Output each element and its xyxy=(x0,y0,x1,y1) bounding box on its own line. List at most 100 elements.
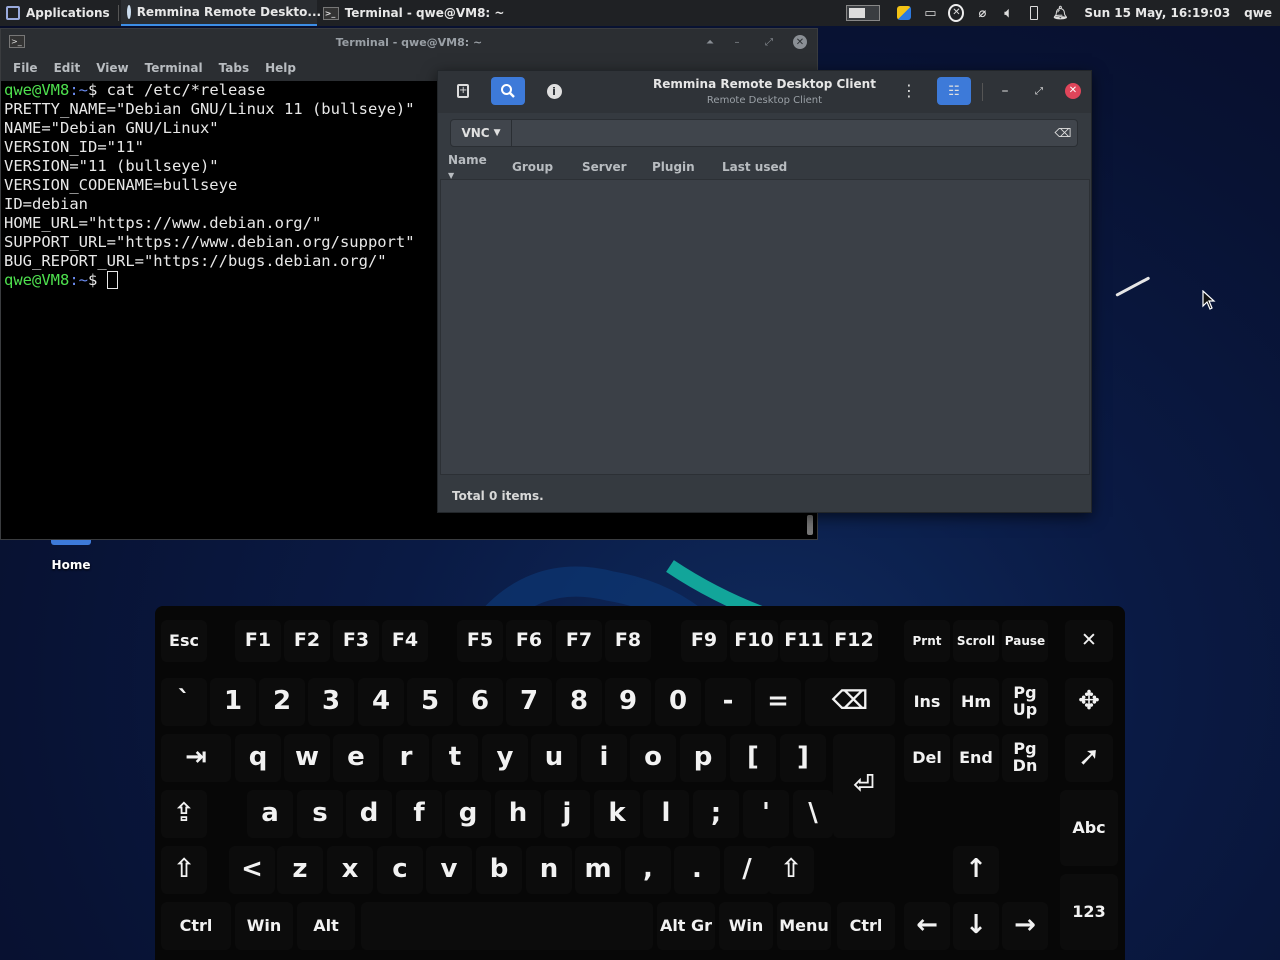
key-f9[interactable]: F9 xyxy=(681,620,727,662)
key-4[interactable]: 4 xyxy=(358,678,404,726)
key-pause[interactable]: Pause xyxy=(1002,620,1048,662)
key-f1[interactable]: F1 xyxy=(235,620,281,662)
move-keyboard-icon[interactable]: ✥ xyxy=(1065,678,1113,726)
key-space[interactable] xyxy=(361,902,653,950)
key-a[interactable]: a xyxy=(247,790,293,838)
key-semicolon[interactable]: ; xyxy=(693,790,739,838)
key-p[interactable]: p xyxy=(680,734,726,782)
column-group[interactable]: Group xyxy=(508,160,578,174)
key-q[interactable]: q xyxy=(235,734,281,782)
menu-view[interactable]: View xyxy=(88,61,136,75)
key-esc[interactable]: Esc xyxy=(161,620,207,662)
key-w[interactable]: w xyxy=(284,734,330,782)
key-arrow-right[interactable]: → xyxy=(1002,902,1048,950)
key-f8[interactable]: F8 xyxy=(605,620,651,662)
key-alt-gr[interactable]: Alt Gr xyxy=(657,902,715,950)
key-win-right[interactable]: Win xyxy=(719,902,773,950)
key-f7[interactable]: F7 xyxy=(556,620,602,662)
volume-icon[interactable]: 🔈︎ xyxy=(1000,5,1016,21)
key-0[interactable]: 0 xyxy=(655,678,701,726)
key-1[interactable]: 1 xyxy=(210,678,256,726)
close-icon[interactable]: ✕ xyxy=(793,35,807,49)
key-t[interactable]: t xyxy=(432,734,478,782)
terminal-scrollbar[interactable] xyxy=(807,515,813,535)
key-backslash[interactable]: \ xyxy=(793,790,833,838)
key-period[interactable]: . xyxy=(674,846,720,894)
key-s[interactable]: s xyxy=(297,790,343,838)
key-scroll[interactable]: Scroll xyxy=(953,620,999,662)
key-l[interactable]: l xyxy=(643,790,689,838)
key-page-up[interactable]: Pg Up xyxy=(1002,678,1048,726)
key-shift-left[interactable]: ⇧ xyxy=(161,846,207,894)
key-print[interactable]: Prnt xyxy=(904,620,950,662)
paperclip-icon[interactable]: ⌀ xyxy=(974,5,990,21)
key-z[interactable]: z xyxy=(277,846,323,894)
key-f[interactable]: f xyxy=(396,790,442,838)
key-2[interactable]: 2 xyxy=(259,678,305,726)
panel-user[interactable]: qwe xyxy=(1244,6,1272,20)
close-keyboard-icon[interactable]: ✕ xyxy=(1065,620,1113,662)
key-x[interactable]: x xyxy=(327,846,373,894)
key-arrow-up[interactable]: ↑ xyxy=(953,846,999,894)
key-delete[interactable]: Del xyxy=(904,734,950,782)
remmina-tray-icon[interactable]: ✕ xyxy=(948,4,965,22)
remmina-minimize-button[interactable]: – xyxy=(988,77,1022,105)
pointer-mode-icon[interactable]: ➚ xyxy=(1065,734,1113,782)
key-d[interactable]: d xyxy=(346,790,392,838)
minimize-icon[interactable]: – xyxy=(730,35,744,49)
taskbar-item-terminal[interactable]: >_ Terminal - qwe@VM8: ~ xyxy=(317,0,511,26)
quick-connect-input[interactable] xyxy=(512,120,1077,146)
key-page-down[interactable]: Pg Dn xyxy=(1002,734,1048,782)
menu-help[interactable]: Help xyxy=(257,61,304,75)
key-f11[interactable]: F11 xyxy=(780,620,828,662)
clear-text-icon[interactable]: ⌫ xyxy=(1055,126,1072,140)
key-f6[interactable]: F6 xyxy=(506,620,552,662)
key-left-bracket[interactable]: [ xyxy=(730,734,776,782)
key-9[interactable]: 9 xyxy=(605,678,651,726)
key-b[interactable]: b xyxy=(476,846,522,894)
key-end[interactable]: End xyxy=(953,734,999,782)
key-m[interactable]: m xyxy=(575,846,621,894)
key-f5[interactable]: F5 xyxy=(457,620,503,662)
key-alt[interactable]: Alt xyxy=(297,902,355,950)
view-toggle-button[interactable]: ☷ xyxy=(937,77,971,105)
key-7[interactable]: 7 xyxy=(506,678,552,726)
key-backspace[interactable]: ⌫ xyxy=(805,678,895,726)
key-j[interactable]: j xyxy=(544,790,590,838)
key-home[interactable]: Hm xyxy=(953,678,999,726)
key-6[interactable]: 6 xyxy=(457,678,503,726)
key-5[interactable]: 5 xyxy=(407,678,453,726)
key-n[interactable]: n xyxy=(526,846,572,894)
home-folder-icon[interactable] xyxy=(51,540,91,545)
search-toggle-button[interactable] xyxy=(491,77,525,105)
quick-connect-field[interactable]: ⌫ xyxy=(512,119,1078,147)
key-tab[interactable]: ⇥ xyxy=(161,734,231,782)
about-button[interactable]: i xyxy=(537,77,571,105)
maximize-icon[interactable]: ⤢ xyxy=(762,35,776,49)
remmina-close-button[interactable]: ✕ xyxy=(1056,77,1090,105)
key-u[interactable]: u xyxy=(531,734,577,782)
menu-terminal[interactable]: Terminal xyxy=(137,61,211,75)
terminal-titlebar[interactable]: >_ Terminal - qwe@VM8: ~ ⏶ – ⤢ ✕ xyxy=(1,29,817,55)
battery-icon[interactable] xyxy=(1026,5,1042,21)
key-h[interactable]: h xyxy=(495,790,541,838)
menu-tabs[interactable]: Tabs xyxy=(211,61,257,75)
panel-clock[interactable]: Sun 15 May, 16:19:03 xyxy=(1084,6,1230,20)
key-8[interactable]: 8 xyxy=(556,678,602,726)
shade-icon[interactable]: ⏶ xyxy=(703,35,717,49)
key-o[interactable]: o xyxy=(630,734,676,782)
key-r[interactable]: r xyxy=(383,734,429,782)
key-insert[interactable]: Ins xyxy=(904,678,950,726)
connection-list[interactable] xyxy=(440,179,1090,475)
key-arrow-left[interactable]: ← xyxy=(904,902,950,950)
protocol-dropdown[interactable]: VNC ▼ xyxy=(450,119,512,147)
menu-edit[interactable]: Edit xyxy=(46,61,89,75)
column-plugin[interactable]: Plugin xyxy=(648,160,718,174)
key-shift-right[interactable]: ⇧ xyxy=(768,846,814,894)
notification-bell-icon[interactable]: 🔔︎ xyxy=(1052,5,1069,21)
key-f4[interactable]: F4 xyxy=(382,620,428,662)
home-folder-label[interactable]: Home xyxy=(40,558,102,572)
taskbar-item-remmina[interactable]: Remmina Remote Deskto... xyxy=(120,0,321,26)
new-connection-button[interactable]: + xyxy=(446,77,480,105)
key-e[interactable]: e xyxy=(333,734,379,782)
